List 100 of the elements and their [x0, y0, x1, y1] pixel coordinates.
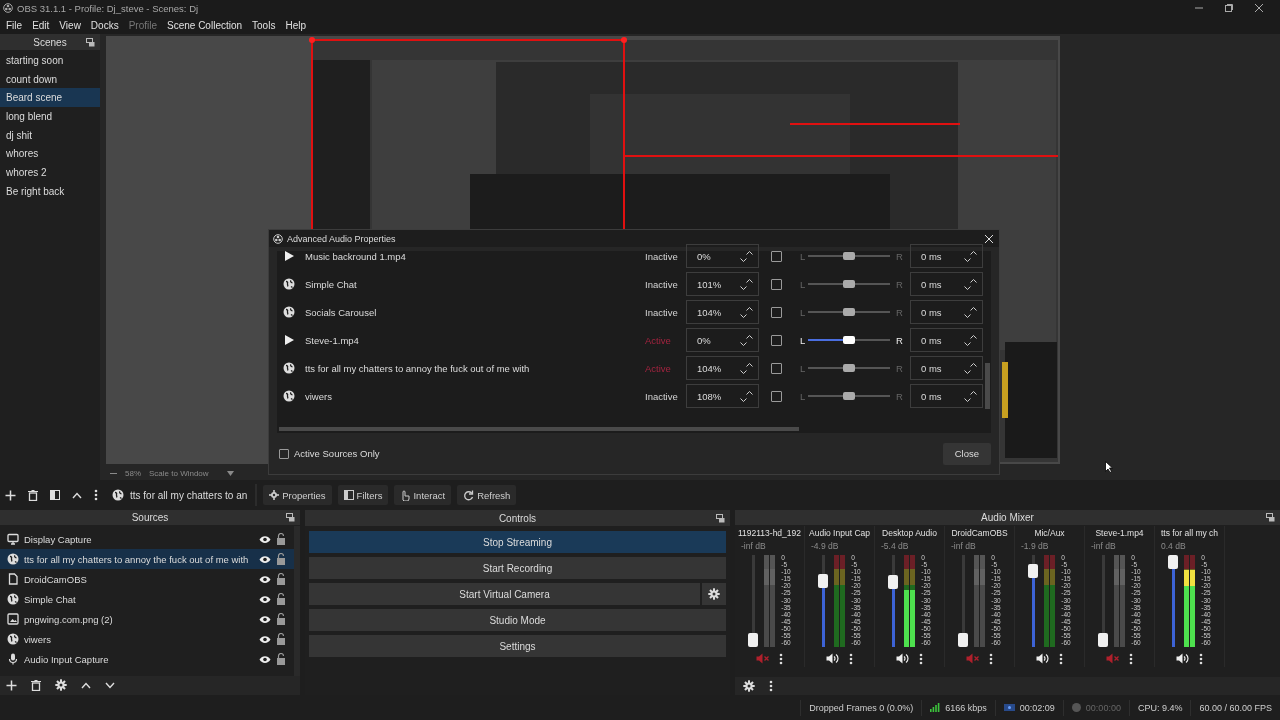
fader-thumb[interactable]: [958, 632, 969, 647]
trash-icon[interactable]: [28, 489, 38, 501]
scene-item[interactable]: starting soon: [0, 51, 100, 70]
slider-thumb[interactable]: [843, 252, 855, 260]
volume-field[interactable]: 104%: [686, 356, 759, 380]
balance-slider[interactable]: [808, 364, 890, 372]
sync-offset-field[interactable]: 0 ms: [910, 300, 983, 324]
volume-fader[interactable]: [1098, 554, 1109, 647]
scene-item[interactable]: Be right back: [0, 181, 100, 201]
minimize-icon[interactable]: [1195, 4, 1203, 12]
more-icon[interactable]: [989, 652, 993, 665]
volume-fader[interactable]: [1168, 554, 1179, 647]
toolbar-button[interactable]: Interact: [394, 485, 452, 505]
scene-item[interactable]: whores 2: [0, 163, 100, 182]
control-button[interactable]: Studio Mode: [309, 609, 726, 631]
eye-icon[interactable]: [259, 534, 271, 544]
slider-thumb[interactable]: [843, 280, 855, 288]
volume-fader[interactable]: [888, 554, 899, 647]
toolbar-button[interactable]: Filters: [337, 485, 389, 505]
settings-button[interactable]: [702, 583, 726, 605]
maximize-icon[interactable]: [1225, 4, 1233, 12]
menu-item[interactable]: Edit: [27, 19, 55, 31]
mono-checkbox[interactable]: [771, 362, 782, 374]
volume-fader[interactable]: [1028, 554, 1039, 647]
muted-speaker-icon[interactable]: [966, 653, 979, 665]
fader-thumb[interactable]: [1168, 554, 1179, 569]
menu-item[interactable]: Help: [280, 19, 311, 31]
volume-field[interactable]: 104%: [686, 300, 759, 324]
volume-fader[interactable]: [748, 554, 759, 647]
menu-item[interactable]: File: [1, 19, 28, 31]
volume-field[interactable]: 0%: [686, 328, 759, 352]
fader-thumb[interactable]: [748, 632, 759, 647]
balance-slider[interactable]: [808, 252, 890, 260]
slider-thumb[interactable]: [843, 392, 855, 400]
speaker-icon[interactable]: [826, 653, 839, 665]
trash-icon[interactable]: [31, 679, 41, 691]
fader-thumb[interactable]: [1098, 632, 1109, 647]
sync-offset-field[interactable]: 0 ms: [910, 328, 983, 352]
speaker-icon[interactable]: [1036, 653, 1049, 665]
active-sources-checkbox[interactable]: Active Sources Only: [279, 448, 380, 459]
volume-fader[interactable]: [958, 554, 969, 647]
more-icon[interactable]: [1199, 652, 1203, 665]
chevron-up-icon[interactable]: [81, 681, 91, 689]
speaker-icon[interactable]: [896, 653, 909, 665]
toolbar-button[interactable]: Properties: [263, 485, 332, 505]
control-button[interactable]: Settings: [309, 635, 726, 657]
mono-checkbox[interactable]: [771, 334, 782, 346]
control-button[interactable]: Stop Streaming: [309, 531, 726, 553]
close-button[interactable]: Close: [942, 442, 991, 465]
scrollbar[interactable]: [279, 427, 799, 431]
muted-speaker-icon[interactable]: [756, 653, 769, 665]
mono-checkbox[interactable]: [771, 278, 782, 290]
balance-slider[interactable]: [808, 336, 890, 344]
eye-icon[interactable]: [259, 614, 271, 624]
slider-thumb[interactable]: [843, 336, 855, 344]
sync-offset-field[interactable]: 0 ms: [910, 384, 983, 408]
eye-icon[interactable]: [259, 594, 271, 604]
chevron-down-icon[interactable]: [105, 681, 115, 689]
source-item[interactable]: viwers: [0, 629, 294, 650]
source-item[interactable]: Simple Chat: [0, 589, 294, 610]
more-icon[interactable]: [779, 652, 783, 665]
eye-icon[interactable]: [259, 654, 271, 664]
sync-offset-field[interactable]: 0 ms: [910, 272, 983, 296]
fader-thumb[interactable]: [888, 575, 899, 590]
volume-field[interactable]: 108%: [686, 384, 759, 408]
lock-icon[interactable]: [276, 533, 286, 546]
volume-field[interactable]: 101%: [686, 272, 759, 296]
lock-icon[interactable]: [276, 553, 286, 566]
scene-item[interactable]: Beard scene: [0, 88, 100, 108]
source-item[interactable]: Audio Input Capture: [0, 649, 294, 670]
lock-icon[interactable]: [276, 653, 286, 666]
volume-field[interactable]: 0%: [686, 244, 759, 268]
lock-icon[interactable]: [276, 633, 286, 646]
menu-item[interactable]: Scene Collection: [162, 19, 248, 31]
speaker-icon[interactable]: [1176, 653, 1189, 665]
source-item[interactable]: pngwing.com.png (2): [0, 609, 294, 630]
mono-checkbox[interactable]: [771, 390, 782, 402]
advanced-settings-icon[interactable]: [743, 679, 755, 692]
eye-icon[interactable]: [259, 634, 271, 644]
mono-checkbox[interactable]: [771, 250, 782, 262]
more-icon[interactable]: [849, 652, 853, 665]
muted-speaker-icon[interactable]: [1106, 653, 1119, 665]
eye-icon[interactable]: [259, 574, 271, 584]
fader-thumb[interactable]: [1028, 564, 1039, 579]
lock-icon[interactable]: [276, 593, 286, 606]
settings-icon[interactable]: [55, 679, 67, 692]
sync-offset-field[interactable]: 0 ms: [910, 244, 983, 268]
source-item[interactable]: tts for all my chatters to annoy the fuck out of me with: [0, 549, 294, 570]
lock-icon[interactable]: [276, 613, 286, 626]
eye-icon[interactable]: [259, 554, 271, 564]
menu-item[interactable]: View: [54, 19, 86, 31]
menu-item[interactable]: Tools: [247, 19, 281, 31]
control-button[interactable]: Start Virtual Camera: [309, 583, 700, 605]
source-item[interactable]: Display Capture: [0, 529, 294, 550]
scale-mode-dropdown[interactable]: Scale to Window: [149, 468, 234, 478]
scene-item[interactable]: long blend: [0, 107, 100, 126]
balance-slider[interactable]: [808, 392, 890, 400]
sync-offset-field[interactable]: 0 ms: [910, 356, 983, 380]
chevron-up-icon[interactable]: [72, 491, 82, 499]
more-icon[interactable]: [919, 652, 923, 665]
